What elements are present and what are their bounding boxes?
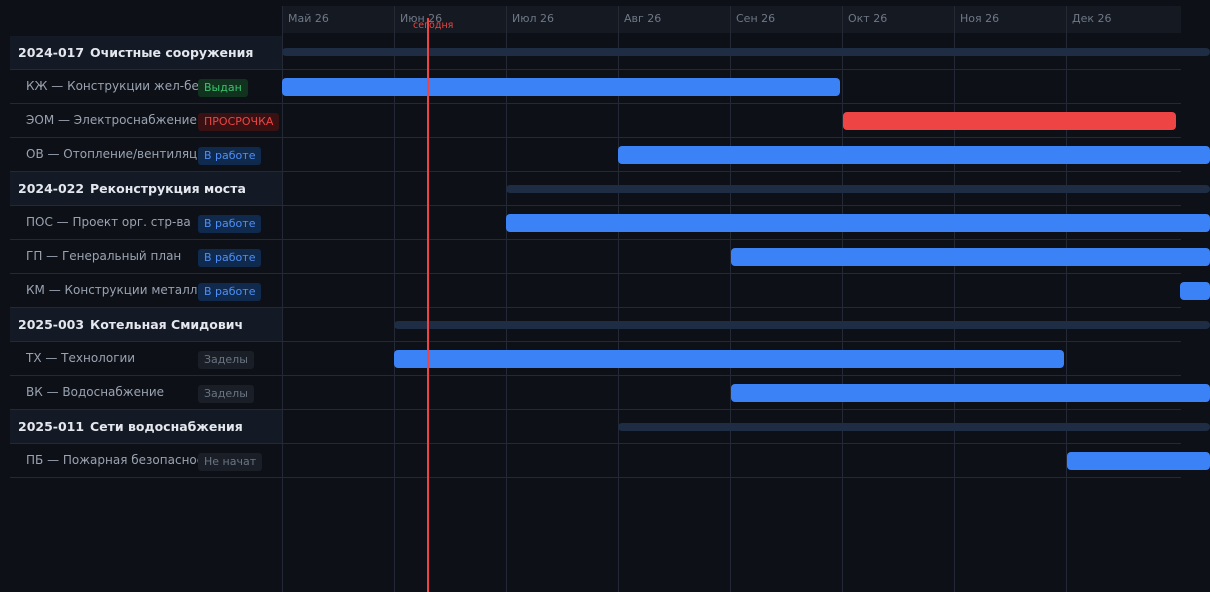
task-bar[interactable] — [731, 248, 1210, 266]
section-label: ЭОМ — Электроснабжение — [26, 113, 197, 127]
month-label: Дек 26 — [1072, 12, 1112, 25]
project-code: 2025-003 — [18, 317, 85, 332]
month-label: Авг 26 — [624, 12, 662, 25]
project-summary-bar — [394, 321, 1210, 329]
project-code: 2024-017 — [18, 45, 85, 60]
project-code: 2024-022 — [18, 181, 85, 196]
section-label: ГП — Генеральный план — [26, 249, 182, 263]
project-label: 2025-003 Котельная Смидович — [10, 308, 282, 341]
today-marker — [427, 18, 429, 592]
section-row[interactable]: КМ — Конструкции металл. В работе — [10, 274, 1181, 308]
project-summary-bar — [618, 423, 1210, 431]
status-badge: Не начат — [198, 453, 263, 471]
status-badge: В работе — [198, 147, 262, 165]
section-label: КЖ — Конструкции жел-бет — [26, 79, 200, 93]
task-bar[interactable] — [282, 78, 840, 96]
month-label: Сен 26 — [736, 12, 776, 25]
today-label: сегодня — [413, 20, 454, 31]
section-label: ПБ — Пожарная безопасность — [26, 453, 200, 467]
section-label: ТХ — Технологии — [26, 351, 136, 365]
task-bar[interactable] — [506, 214, 1210, 232]
month-label: Окт 26 — [848, 12, 888, 25]
section-row[interactable]: ПБ — Пожарная безопасность Не начат — [10, 444, 1181, 478]
month-label: Ноя 26 — [960, 12, 1000, 25]
project-name: Реконструкция моста — [90, 181, 246, 196]
gantt-chart: Май 26 Июн 26 Июл 26 Авг 26 Сен 26 Окт 2… — [0, 0, 1210, 592]
status-badge: В работе — [198, 249, 262, 267]
project-code: 2025-011 — [18, 419, 85, 434]
month-label: Июл 26 — [512, 12, 555, 25]
task-bar[interactable] — [1180, 282, 1210, 300]
status-badge: Заделы — [198, 351, 254, 369]
status-badge: В работе — [198, 215, 262, 233]
project-name: Котельная Смидович — [90, 317, 244, 332]
project-label: 2024-022 Реконструкция моста — [10, 172, 282, 205]
project-label: 2025-011 Сети водоснабжения — [10, 410, 282, 443]
project-summary-bar — [506, 185, 1210, 193]
status-badge: ПРОСРОЧКА — [198, 113, 280, 131]
task-bar[interactable] — [1067, 452, 1210, 470]
task-bar[interactable] — [618, 146, 1210, 164]
month-label: Май 26 — [288, 12, 329, 25]
project-name: Сети водоснабжения — [90, 419, 243, 434]
project-summary-bar — [282, 48, 1210, 56]
project-label: 2024-017 Очистные сооружения — [10, 36, 282, 69]
section-label: ПОС — Проект орг. стр-ва — [26, 215, 191, 229]
section-label: КМ — Конструкции металл. — [26, 283, 200, 297]
status-badge: В работе — [198, 283, 262, 301]
status-badge: Выдан — [198, 79, 248, 97]
task-bar-overdue[interactable] — [843, 112, 1176, 130]
section-label: ОВ — Отопление/вентиляция — [26, 147, 200, 161]
section-label: ВК — Водоснабжение — [26, 385, 165, 399]
project-name: Очистные сооружения — [90, 45, 254, 60]
task-bar[interactable] — [394, 350, 1064, 368]
task-bar[interactable] — [731, 384, 1210, 402]
status-badge: Заделы — [198, 385, 254, 403]
